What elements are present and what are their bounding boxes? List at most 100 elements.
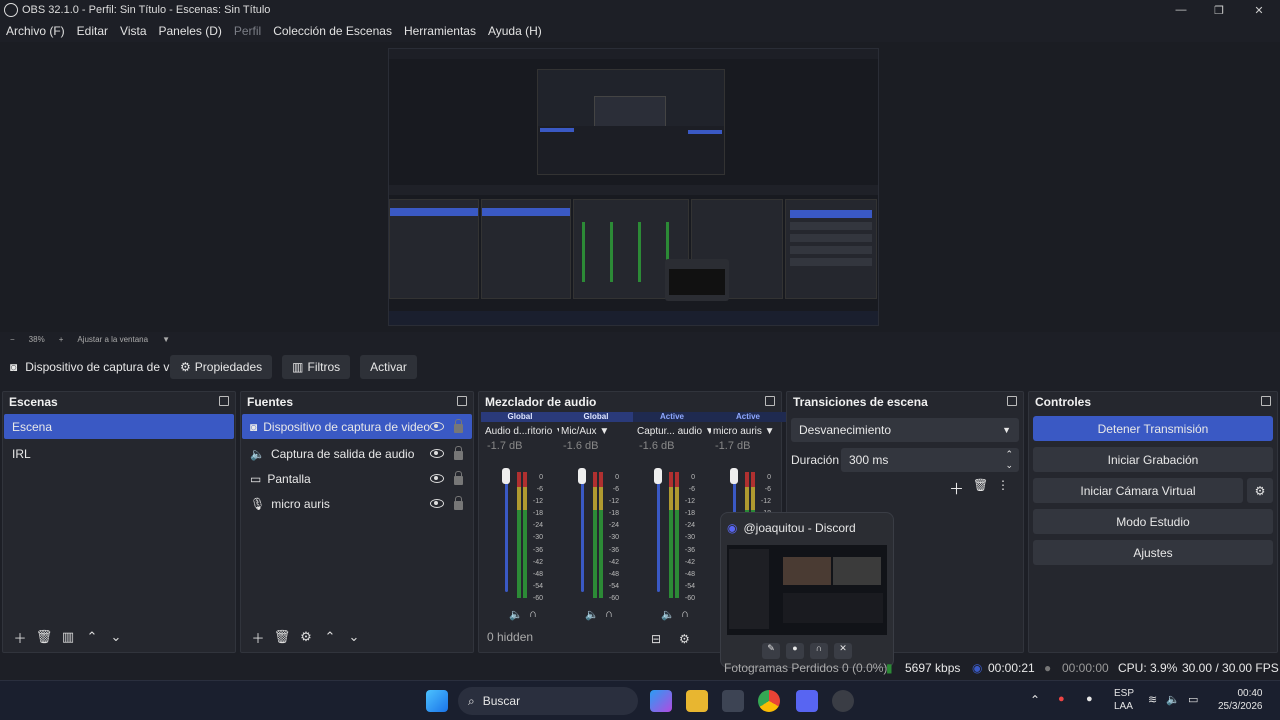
source-item-audio[interactable]: 🔈 Captura de salida de audio [242,441,472,466]
volume-slider-handle[interactable] [730,468,738,484]
lock-icon[interactable] [454,446,463,460]
monitor-icon[interactable]: ∩ [681,608,689,620]
mute-icon[interactable]: 🔈 [585,608,599,621]
store-icon[interactable] [722,690,744,712]
more-icon[interactable]: ⋮ [997,478,1011,499]
maximize-button[interactable]: ❐ [1200,0,1238,20]
windows-start-icon[interactable] [426,690,448,712]
transition-actions: ＋ 🗑 ⋮ [949,478,1011,499]
chrome-icon[interactable] [758,690,780,712]
channel-name[interactable]: Audio d...ritorio ▼ [481,422,559,440]
menu-archivo[interactable]: Archivo (F) [6,24,65,38]
eye-icon[interactable] [430,449,444,458]
monitor-icon[interactable]: ∩ [605,608,613,620]
properties-button[interactable]: ⚙ Propiedades [170,355,273,379]
mute-icon[interactable]: 🔈 [661,608,675,621]
volume-slider-handle[interactable] [578,468,586,484]
menu-perfil[interactable]: Perfil [234,24,261,38]
volume-slider-handle[interactable] [502,468,510,484]
duration-input[interactable]: 300 ms ⌃ ⌄ [841,448,1019,472]
language-indicator[interactable]: ESP LAA [1114,687,1134,713]
undock-icon[interactable] [1007,396,1017,406]
wifi-icon[interactable]: ≋ [1148,693,1157,706]
gear-icon[interactable]: ⚙ [295,628,317,646]
menu-paneles[interactable]: Paneles (D) [159,24,222,38]
lock-icon[interactable] [454,471,463,485]
stepper-up-icon[interactable]: ⌃ [1005,449,1013,460]
filters-button[interactable]: ▥ Filtros [282,355,351,379]
stepper-down-icon[interactable]: ⌄ [1005,460,1013,471]
eye-icon[interactable] [430,499,444,508]
tray-app-icon[interactable]: ● [1058,693,1065,705]
microphone-icon[interactable]: ● [1086,693,1093,705]
menu-ayuda[interactable]: Ayuda (H) [488,24,542,38]
eye-icon[interactable] [430,474,444,483]
undock-icon[interactable] [1261,396,1271,406]
trash-icon[interactable]: 🗑 [973,478,997,499]
filter-icon[interactable]: ▥ [57,628,79,646]
volume-icon[interactable]: 🔈 [1166,693,1180,706]
channel-name[interactable]: Mic/Aux ▼ [557,422,635,440]
battery-icon[interactable]: ▭ [1188,693,1198,706]
lock-icon[interactable] [454,419,463,433]
clock[interactable]: 00:40 25/3/2026 [1218,687,1263,713]
volume-slider[interactable] [505,472,508,592]
obs-icon[interactable] [832,690,854,712]
menu-vista[interactable]: Vista [120,24,146,38]
trash-icon[interactable]: 🗑 [33,628,55,646]
undock-icon[interactable] [457,396,467,406]
lock-icon[interactable] [454,496,463,510]
gear-icon[interactable]: ⚙ [679,632,690,646]
activate-button[interactable]: Activar [360,355,417,379]
chevron-down-icon[interactable]: ▼ [162,335,170,344]
move-up-icon[interactable]: ⌃ [319,628,341,646]
clock-time: 00:40 [1237,688,1263,699]
scene-item-irl[interactable]: IRL [4,441,234,466]
monitor-icon[interactable]: ∩ [529,608,537,620]
copilot-icon[interactable] [650,690,672,712]
close-button[interactable]: ✕ [1240,0,1278,20]
zoom-out-button[interactable]: − [10,335,15,344]
source-item-mic[interactable]: 🎙 micro auris [242,491,472,516]
virtual-camera-button[interactable]: Iniciar Cámara Virtual [1033,478,1243,503]
add-icon[interactable]: ＋ [247,628,269,646]
undock-icon[interactable] [219,396,229,406]
add-icon[interactable]: ＋ [9,628,31,646]
menu-herramientas[interactable]: Herramientas [404,24,476,38]
start-recording-button[interactable]: Iniciar Grabación [1033,447,1273,472]
eye-icon[interactable] [430,422,444,431]
discord-taskbar-preview[interactable]: ◉ @joaquitou - Discord ✎ ● ∩ ✕ [720,512,894,668]
file-explorer-icon[interactable] [686,690,708,712]
undock-icon[interactable] [765,396,775,406]
transition-select[interactable]: Desvanecimiento ▼ [791,418,1019,442]
menu-editar[interactable]: Editar [77,24,108,38]
volume-slider[interactable] [657,472,660,592]
move-up-icon[interactable]: ⌃ [81,628,103,646]
menu-coleccion[interactable]: Colección de Escenas [273,24,392,38]
source-item-video[interactable]: ◙ Dispositivo de captura de video [242,414,472,439]
zoom-in-button[interactable]: + [59,335,64,344]
preview-canvas[interactable] [388,48,879,326]
move-down-icon[interactable]: ⌄ [105,628,127,646]
channel-name[interactable]: Captur... audio ▼ [633,422,711,440]
gear-icon[interactable]: ⚙ [1247,478,1273,503]
settings-button[interactable]: Ajustes [1033,540,1273,565]
studio-mode-button[interactable]: Modo Estudio [1033,509,1273,534]
source-item-screen[interactable]: ▭ Pantalla [242,466,472,491]
channel-name[interactable]: micro auris ▼ [709,422,787,440]
volume-slider-handle[interactable] [654,468,662,484]
minimize-button[interactable]: — [1162,0,1200,20]
trash-icon[interactable]: 🗑 [271,628,293,646]
volume-slider[interactable] [581,472,584,592]
chevron-up-icon[interactable]: ⌃ [1030,693,1040,707]
stop-stream-button[interactable]: Detener Transmisión [1033,416,1273,441]
layout-icon[interactable]: ⊟ [651,632,661,646]
scene-item-escena[interactable]: Escena [4,414,234,439]
db-tick: 0 [691,474,695,481]
move-down-icon[interactable]: ⌄ [343,628,365,646]
zoom-fit-select[interactable]: Ajustar a la ventana [77,335,148,344]
discord-icon[interactable] [796,690,818,712]
mute-icon[interactable]: 🔈 [509,608,523,621]
taskbar-search[interactable]: ⌕ Buscar [458,687,638,715]
add-icon[interactable]: ＋ [949,478,973,499]
